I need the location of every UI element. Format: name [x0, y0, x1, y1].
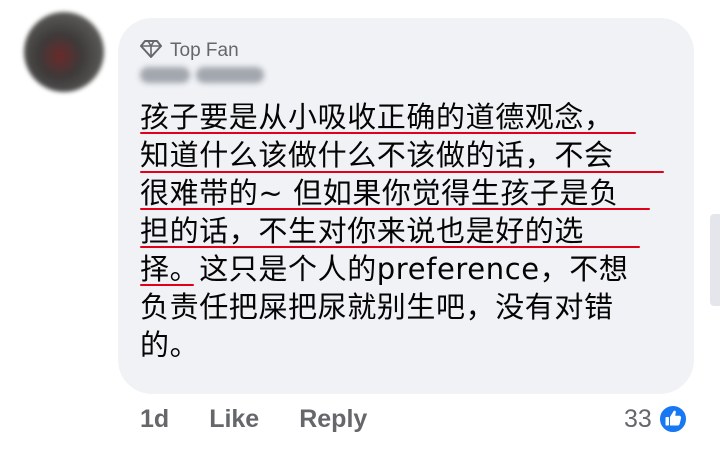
top-fan-badge: Top Fan [140, 36, 239, 62]
comment-line: 知道什么该做什么不该做的话，不会 [140, 136, 680, 174]
thumbs-up-icon [657, 404, 688, 434]
red-underline [140, 208, 650, 210]
comment-screen: Top Fan 孩子要是从小吸收正确的道德观念， 知道什么该做什么不该做的话，不… [0, 0, 720, 452]
author-name-blurred[interactable] [140, 63, 264, 87]
avatar[interactable] [24, 12, 104, 92]
comment-line: 负责任把屎把尿就别生吧，没有对错 [140, 290, 614, 324]
adjacent-panel-edge [710, 214, 720, 306]
reply-button[interactable]: Reply [299, 405, 367, 434]
reaction-summary[interactable]: 33 [624, 404, 688, 434]
comment-line: 孩子要是从小吸收正确的道德观念， [140, 98, 680, 136]
comment-line: 担的话，不生对你来说也是好的选 [140, 212, 680, 250]
timestamp[interactable]: 1d [140, 405, 169, 434]
diamond-icon [140, 40, 162, 58]
red-underline [140, 284, 194, 286]
like-button[interactable]: Like [209, 405, 259, 434]
red-underline [140, 246, 640, 248]
red-underline [140, 171, 664, 173]
red-underline [140, 132, 636, 134]
reaction-count: 33 [624, 404, 652, 433]
badge-label: Top Fan [170, 40, 239, 61]
comment-line: 很难带的~ 但如果你觉得生孩子是负 [140, 174, 680, 212]
comment-line: 择。这只是个人的preference，不想 [140, 252, 629, 286]
comment-body: 孩子要是从小吸收正确的道德观念， 知道什么该做什么不该做的话，不会 很难带的~ … [140, 98, 680, 364]
comment-actions: 1d Like Reply [140, 405, 367, 434]
comment-line: 的。 [140, 328, 200, 362]
